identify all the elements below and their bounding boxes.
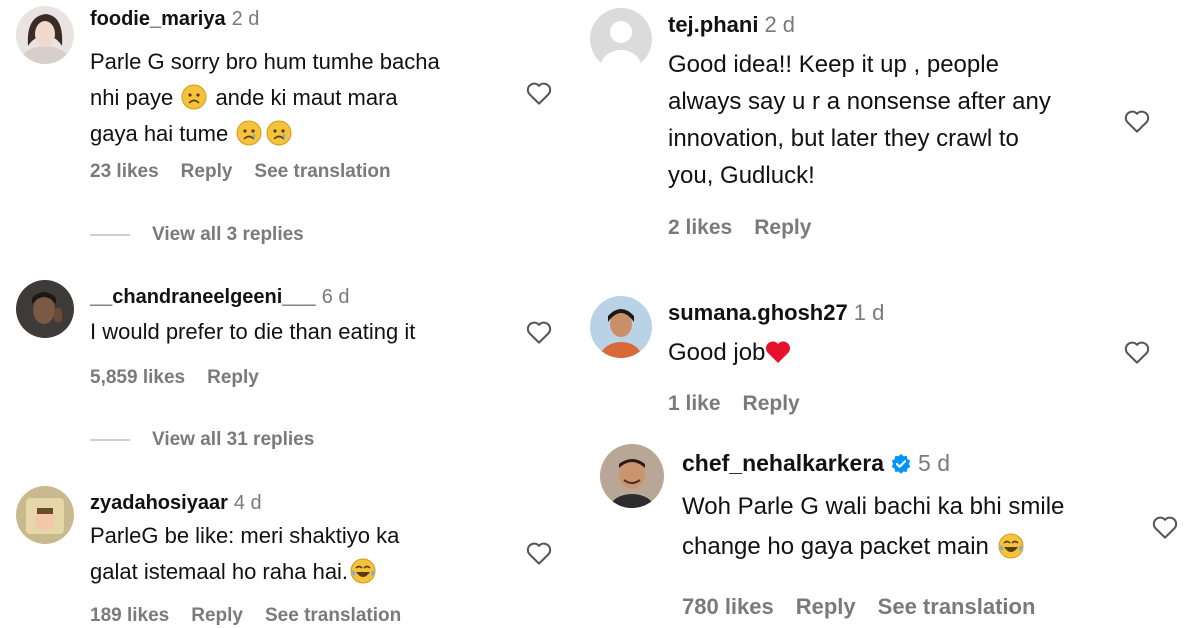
crying-face-emoji <box>266 120 292 146</box>
comment-line-segment: nhi paye <box>90 85 174 110</box>
reply-link[interactable]: Reply <box>181 161 233 182</box>
comment-line: innovation, but later they crawl to <box>668 125 1019 152</box>
reply-link[interactable]: Reply <box>207 367 259 388</box>
like-count: 5,859 likes <box>90 367 186 388</box>
avatar[interactable] <box>16 280 74 338</box>
comment-text: I would prefer to die than eating it <box>90 314 415 350</box>
comment-line-segment: change ho gaya packet main <box>682 533 989 560</box>
avatar[interactable] <box>600 444 664 508</box>
view-replies-button[interactable]: View all 31 replies <box>90 429 314 451</box>
comment-line: Parle G sorry bro hum tumhe bacha <box>90 49 440 74</box>
like-count: 189 likes <box>90 605 170 626</box>
comment-line-segment: Good job <box>668 339 766 366</box>
comment-line: ParleG be like: meri shaktiyo ka <box>90 523 400 548</box>
crying-face-emoji <box>236 120 262 146</box>
comment-actions: 23 likes Reply See translation <box>90 161 413 183</box>
avatar[interactable] <box>16 6 74 64</box>
comment-line-segment: ande ki maut mara <box>215 85 398 110</box>
comment-time: 4 d <box>233 492 262 514</box>
like-heart-icon[interactable] <box>524 317 554 347</box>
see-translation-link[interactable]: See translation <box>254 161 390 182</box>
username[interactable]: chef_nehalkarkera <box>682 450 884 476</box>
red-heart-emoji <box>766 341 791 363</box>
comment-header: foodie_mariya 2 d <box>90 8 259 31</box>
like-count: 1 like <box>668 392 721 415</box>
comment-line: Woh Parle G wali bachi ka bhi smile <box>682 493 1065 520</box>
username[interactable]: zyadahosiyaar <box>90 492 228 514</box>
like-heart-icon[interactable] <box>1122 106 1152 136</box>
view-replies-button[interactable]: View all 3 replies <box>90 224 304 246</box>
comment-line: Good idea!! Keep it up , people <box>668 51 999 78</box>
username[interactable]: sumana.ghosh27 <box>668 300 848 325</box>
comment-header: tej.phani 2 d <box>668 12 795 38</box>
username[interactable]: __chandraneelgeeni___ <box>90 286 316 308</box>
comment-line: nhi paye ande ki maut mara <box>90 80 440 116</box>
right-comment-column: tej.phani 2 d Good idea!! Keep it up , pe… <box>590 0 1200 628</box>
see-translation-link[interactable]: See translation <box>265 605 401 626</box>
reply-link[interactable]: Reply <box>754 216 811 239</box>
comment-actions: 1 like Reply <box>668 392 822 416</box>
comment-line: you, Gudluck! <box>668 162 815 189</box>
comment-line-segment: gaya hai tume <box>90 121 229 146</box>
sad-face-emoji <box>181 84 207 110</box>
comment-line: Good job <box>668 334 791 371</box>
like-heart-icon[interactable] <box>524 538 554 568</box>
view-replies-label: View all 31 replies <box>152 429 315 450</box>
left-comment-column: foodie_mariya 2 d Parle G sorry bro hum t… <box>0 0 600 628</box>
avatar[interactable] <box>590 296 652 358</box>
comment-line: change ho gaya packet main <box>682 527 1064 567</box>
comment-actions: 780 likes Reply See translation <box>682 594 1057 620</box>
reply-link[interactable]: Reply <box>743 392 800 415</box>
comment-line: galat istemaal ho raha hai. <box>90 554 399 590</box>
comment-time: 2 d <box>231 8 260 30</box>
like-heart-icon[interactable] <box>1122 337 1152 367</box>
username[interactable]: foodie_mariya <box>90 8 226 30</box>
like-heart-icon[interactable] <box>1150 512 1180 542</box>
comment-line: gaya hai tume <box>90 116 440 152</box>
comment-actions: 2 likes Reply <box>668 216 833 240</box>
comment-text: Good idea!! Keep it up , people always s… <box>668 46 1051 194</box>
comment-text: Parle G sorry bro hum tumhe bacha nhi pa… <box>90 44 440 152</box>
comment-actions: 5,859 likes Reply <box>90 367 281 389</box>
comment-time: 5 d <box>918 450 950 476</box>
comment-text: ParleG be like: meri shaktiyo ka galat i… <box>90 518 399 590</box>
comment-time: 6 d <box>321 286 350 308</box>
like-count: 2 likes <box>668 216 733 239</box>
comment-text: Woh Parle G wali bachi ka bhi smile chan… <box>682 487 1064 567</box>
like-count: 780 likes <box>682 594 774 619</box>
comment-header: sumana.ghosh27 1 d <box>668 300 884 326</box>
reply-divider <box>90 233 130 236</box>
reply-link[interactable]: Reply <box>191 605 243 626</box>
see-translation-link[interactable]: See translation <box>878 594 1036 619</box>
comment-time: 1 d <box>853 300 885 325</box>
laughing-tears-emoji <box>350 558 376 584</box>
reply-divider <box>90 438 130 441</box>
avatar[interactable] <box>16 486 74 544</box>
comment-header: zyadahosiyaar 4 d <box>90 492 262 515</box>
comment-line: always say u r a nonsense after any <box>668 88 1051 115</box>
username[interactable]: tej.phani <box>668 12 758 37</box>
comment-text: Good job <box>668 334 791 371</box>
verified-badge-icon <box>890 453 912 475</box>
laughing-tears-emoji <box>998 533 1024 559</box>
comment-line-segment: galat istemaal ho raha hai. <box>90 559 349 584</box>
comment-time: 2 d <box>764 12 796 37</box>
comment-actions: 189 likes Reply See translation <box>90 605 423 627</box>
comment-line: I would prefer to die than eating it <box>90 319 416 344</box>
avatar[interactable] <box>590 8 652 70</box>
like-heart-icon[interactable] <box>524 78 554 108</box>
comment-header: chef_nehalkarkera 5 d <box>682 450 950 477</box>
view-replies-label: View all 3 replies <box>152 224 304 245</box>
comment-header: __chandraneelgeeni___ 6 d <box>90 286 350 309</box>
like-count: 23 likes <box>90 161 159 182</box>
reply-link[interactable]: Reply <box>796 594 856 619</box>
